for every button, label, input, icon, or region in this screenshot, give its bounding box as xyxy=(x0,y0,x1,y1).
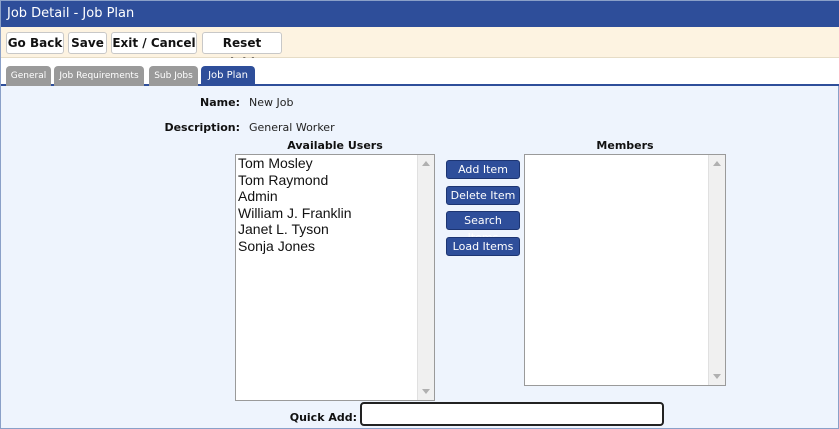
go-back-button[interactable]: Go Back xyxy=(6,32,64,54)
available-users-scrollbar[interactable] xyxy=(417,155,434,400)
delete-item-button[interactable]: Delete Item xyxy=(446,186,520,205)
tab-job-plan[interactable]: Job Plan xyxy=(201,66,255,86)
tab-job-requirements[interactable]: Job Requirements xyxy=(54,66,144,86)
scroll-down-arrow-icon[interactable] xyxy=(422,389,430,394)
scroll-up-arrow-icon[interactable] xyxy=(422,161,430,166)
list-item[interactable]: Janet L. Tyson xyxy=(236,221,434,238)
search-items-button[interactable]: Search Items xyxy=(446,211,520,244)
available-users-header: Available Users xyxy=(287,139,383,152)
tab-sub-jobs[interactable]: Sub Jobs xyxy=(149,66,198,86)
scroll-up-arrow-icon[interactable] xyxy=(713,161,721,166)
description-value: General Worker xyxy=(249,121,335,134)
job-detail-window: Job Detail - Job Plan Go Back Save Exit … xyxy=(0,0,839,429)
available-users-items: Tom Mosley Tom Raymond Admin William J. … xyxy=(236,155,434,254)
scroll-down-arrow-icon[interactable] xyxy=(713,374,721,379)
tab-general[interactable]: General xyxy=(6,66,51,86)
description-label: Description: xyxy=(164,121,240,134)
exit-cancel-button[interactable]: Exit / Cancel xyxy=(111,32,197,54)
name-value: New Job xyxy=(249,96,294,109)
list-item[interactable]: Sonja Jones xyxy=(236,238,434,255)
add-item-button[interactable]: Add Item xyxy=(446,160,520,179)
members-scrollbar[interactable] xyxy=(708,155,725,385)
available-users-list[interactable]: Tom Mosley Tom Raymond Admin William J. … xyxy=(235,154,435,401)
list-item[interactable]: Tom Raymond xyxy=(236,172,434,189)
list-item[interactable]: William J. Franklin xyxy=(236,205,434,222)
members-header: Members xyxy=(596,139,654,152)
list-item[interactable]: Tom Mosley xyxy=(236,155,434,172)
tab-strip: General Job Requirements Sub Jobs Job Pl… xyxy=(1,58,839,86)
quick-add-label: Quick Add: xyxy=(289,411,357,424)
name-label: Name: xyxy=(200,96,240,109)
list-item[interactable]: Admin xyxy=(236,188,434,205)
toolbar: Go Back Save Exit / Cancel Reset Fields xyxy=(1,27,839,70)
window-title: Job Detail - Job Plan xyxy=(1,1,839,27)
reset-fields-button[interactable]: Reset Fields xyxy=(202,32,282,70)
members-list[interactable] xyxy=(524,154,726,386)
save-button[interactable]: Save xyxy=(68,32,107,54)
load-items-button[interactable]: Load Items xyxy=(446,237,520,256)
quick-add-input[interactable] xyxy=(360,402,664,426)
